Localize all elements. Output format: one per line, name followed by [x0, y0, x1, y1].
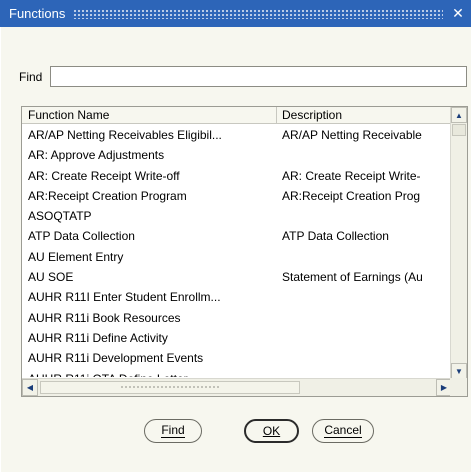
function-name-cell: ASOQTATP	[28, 209, 92, 224]
find-input[interactable]	[50, 66, 467, 87]
function-name-cell: AUHR R11i OTA Define Letter	[22, 369, 277, 377]
description-cell	[277, 308, 451, 328]
list-item[interactable]: AU SOE Statement of Earnings (Au	[22, 267, 451, 287]
description-cell: AR: Create Receipt Write-	[282, 168, 421, 183]
scroll-left-icon[interactable]: ◀	[22, 379, 38, 396]
scroll-up-icon[interactable]: ▲	[451, 107, 467, 123]
vertical-scrollbar[interactable]: ▲ ▼	[450, 107, 467, 379]
function-name-cell: AR: Approve Adjustments	[28, 148, 165, 163]
cancel-button[interactable]: Cancel	[312, 419, 374, 443]
functions-list: Function Name Description AR/AP Netting …	[21, 106, 468, 397]
function-name-cell: AUHR R11I Enter Student Enrollm...	[28, 290, 221, 305]
close-icon[interactable]: ✕	[449, 5, 467, 22]
function-name-cell: AUHR R11i Define Activity	[28, 330, 168, 345]
list-item[interactable]: AR:Receipt Creation Program AR:Receipt Cr…	[22, 186, 451, 206]
ok-button-label: OK	[262, 423, 281, 438]
description-cell: ATP Data Collection	[282, 229, 389, 244]
description-cell	[277, 145, 451, 165]
function-name-cell: ATP Data Collection	[28, 229, 135, 244]
list-item[interactable]: AUHR R11i OTA Define Letter	[22, 369, 451, 377]
list-item[interactable]: AR: Create Receipt Write-off AR: Create R…	[22, 166, 451, 186]
list-item[interactable]: ATP Data Collection ATP Data Collection	[22, 226, 451, 246]
list-item[interactable]: AR: Approve Adjustments	[22, 145, 451, 165]
scroll-down-icon[interactable]: ▼	[451, 363, 467, 379]
description-cell: AR/AP Netting Receivable	[282, 128, 422, 142]
scroll-grip-icon	[120, 385, 220, 390]
function-name-cell: AR: Create Receipt Write-off	[28, 168, 180, 183]
description-cell	[277, 287, 451, 307]
list-item[interactable]: AUHR R11i Development Events	[22, 348, 451, 368]
vertical-scroll-thumb[interactable]	[452, 124, 466, 136]
list-item[interactable]: ASOQTATP	[22, 206, 451, 226]
scroll-corner	[450, 378, 467, 396]
function-name-cell: AR/AP Netting Receivables Eligibil...	[28, 128, 222, 142]
list-item[interactable]: AR/AP Netting Receivables Eligibil... AR/…	[22, 125, 451, 145]
description-cell	[277, 247, 451, 267]
description-cell	[277, 369, 451, 377]
column-header-description[interactable]: Description	[277, 107, 451, 124]
column-header-function-name[interactable]: Function Name	[22, 107, 277, 124]
find-button[interactable]: Find	[144, 419, 202, 443]
list-item[interactable]: AUHR R11i Book Resources	[22, 308, 451, 328]
titlebar-pattern	[73, 8, 443, 19]
find-button-label: Find	[161, 423, 185, 438]
list-item[interactable]: AUHR R11i Define Activity	[22, 328, 451, 348]
function-name-cell: AUHR R11i Development Events	[28, 351, 204, 366]
function-name-cell: AUHR R11i Book Resources	[28, 310, 181, 325]
horizontal-scroll-thumb[interactable]	[40, 381, 300, 394]
window-titlebar: Functions ✕	[0, 0, 471, 27]
horizontal-scrollbar[interactable]: ◀ ▶	[22, 378, 452, 396]
description-cell: Statement of Earnings (Au	[282, 270, 423, 285]
list-header: Function Name Description	[22, 107, 451, 124]
ok-button[interactable]: OK	[244, 419, 299, 443]
window-title: Functions	[9, 6, 66, 21]
cancel-button-label: Cancel	[324, 423, 362, 438]
find-label: Find	[19, 70, 43, 84]
function-name-cell: AU Element Entry	[28, 249, 124, 264]
description-cell	[277, 348, 451, 368]
description-cell	[277, 328, 451, 348]
function-name-cell: AU SOE	[28, 270, 74, 285]
list-item[interactable]: AUHR R11I Enter Student Enrollm...	[22, 287, 451, 307]
description-cell	[277, 206, 451, 226]
function-name-cell: AR:Receipt Creation Program	[28, 188, 187, 203]
list-item[interactable]: AU Element Entry	[22, 247, 451, 267]
description-cell: AR:Receipt Creation Prog	[282, 188, 421, 203]
list-rows: AR/AP Netting Receivables Eligibil... AR/…	[22, 125, 451, 377]
